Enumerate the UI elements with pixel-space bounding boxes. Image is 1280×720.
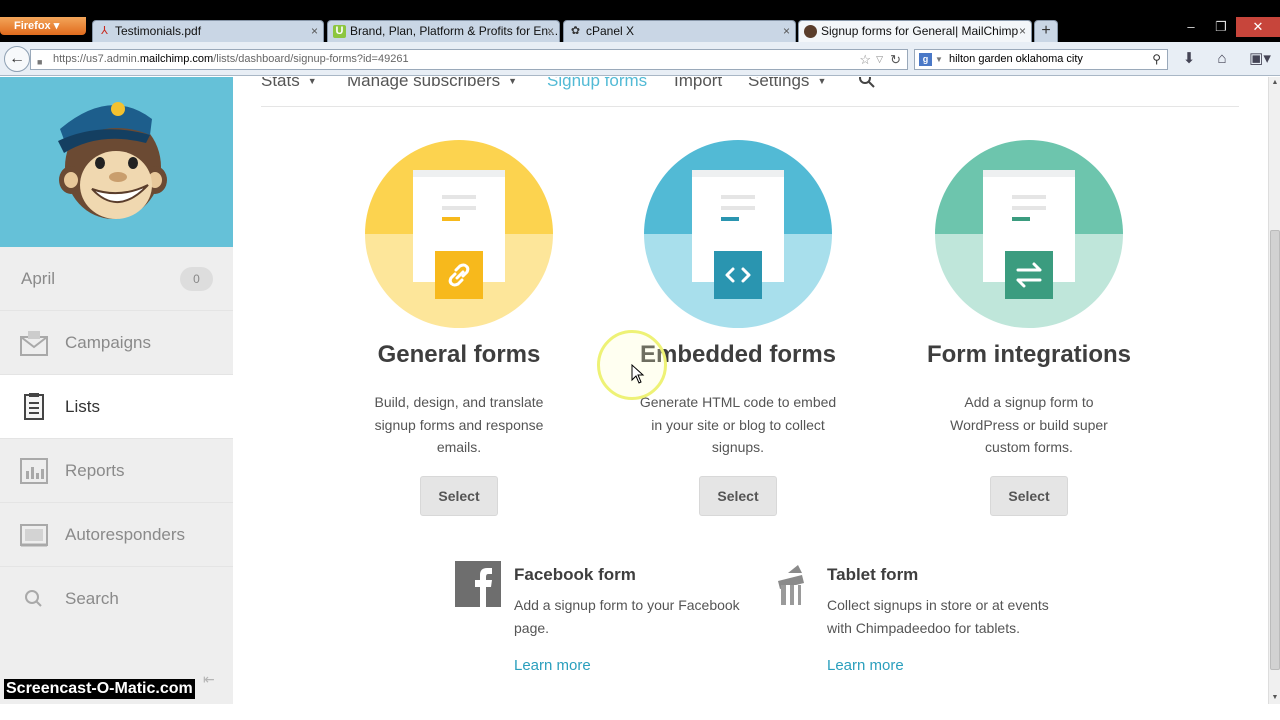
collapse-sidebar-icon[interactable]: ⇤ bbox=[203, 671, 215, 688]
card-title: Form integrations bbox=[926, 341, 1131, 368]
close-tab-icon[interactable]: × bbox=[1019, 21, 1026, 42]
minimize-icon[interactable]: – bbox=[1176, 17, 1206, 37]
cpanel-icon: ✿ bbox=[570, 25, 581, 37]
sidebar-item-campaigns[interactable]: Campaigns bbox=[0, 311, 233, 375]
page-scrollbar[interactable]: ▲ ▼ bbox=[1268, 77, 1280, 704]
firefox-menu-button[interactable]: Firefox ▾ bbox=[0, 17, 86, 35]
tab-mailchimp[interactable]: Signup forms for General| MailChimp × bbox=[798, 20, 1032, 42]
list-icon bbox=[24, 393, 44, 420]
screen: Firefox ▾ ⅄ Testimonials.pdf × U Brand, … bbox=[0, 0, 1280, 720]
search-icon[interactable] bbox=[858, 77, 876, 92]
facebook-form-title: Facebook form bbox=[514, 565, 636, 584]
tab-testimonials[interactable]: ⅄ Testimonials.pdf × bbox=[92, 20, 324, 42]
bookmark-star-icon[interactable]: ☆ bbox=[859, 50, 871, 69]
close-window-icon[interactable]: ✕ bbox=[1236, 17, 1280, 37]
menu-icon[interactable]: ▣▾ bbox=[1246, 50, 1274, 70]
account-switcher[interactable]: April 0 bbox=[0, 247, 233, 311]
scrollbar-thumb[interactable] bbox=[1270, 230, 1280, 670]
search-engine-dropdown-icon[interactable]: ▼ bbox=[935, 50, 943, 69]
u-icon: U bbox=[333, 25, 346, 38]
mouse-cursor-icon bbox=[631, 364, 645, 384]
list-sub-nav: Stats ▼ Manage subscribers ▼ Signup forms … bbox=[261, 77, 1239, 107]
browser-tab-bar: Firefox ▾ ⅄ Testimonials.pdf × U Brand, … bbox=[0, 0, 1280, 42]
search-icon bbox=[25, 590, 42, 607]
back-button[interactable]: ← bbox=[4, 46, 30, 72]
sidebar-item-lists[interactable]: Lists bbox=[0, 375, 233, 439]
freddie-mascot-icon bbox=[58, 102, 167, 219]
select-general-forms-button[interactable]: Select bbox=[420, 476, 498, 516]
sidebar-item-reports[interactable]: Reports bbox=[0, 439, 233, 503]
general-forms-illustration bbox=[365, 140, 553, 328]
new-tab-button[interactable]: + bbox=[1034, 20, 1058, 42]
home-icon[interactable]: ⌂ bbox=[1212, 50, 1232, 70]
close-tab-icon[interactable]: × bbox=[311, 21, 318, 42]
sidebar: April 0 Campaigns Lists Reports Autoresp… bbox=[0, 77, 233, 704]
sidebar-item-autoresponders[interactable]: Autoresponders bbox=[0, 503, 233, 567]
reports-icon bbox=[20, 458, 48, 484]
card-description: Generate HTML code to embed in your site… bbox=[639, 394, 837, 455]
tablet-learn-more-link[interactable]: Learn more bbox=[827, 657, 904, 674]
swap-icon bbox=[1005, 251, 1053, 299]
scroll-down-icon[interactable]: ▼ bbox=[1269, 692, 1280, 704]
google-icon: g bbox=[919, 53, 932, 66]
window-controls: – ❐ ✕ bbox=[1176, 17, 1280, 37]
form-integrations-illustration bbox=[935, 140, 1123, 328]
envelope-icon bbox=[20, 331, 48, 356]
browser-nav-bar: ■ https://us7.admin.mailchimp.com/lists/… bbox=[0, 42, 1280, 76]
chimpadeedoo-icon bbox=[778, 565, 804, 605]
select-form-integrations-button[interactable]: Select bbox=[990, 476, 1068, 516]
url-bar[interactable]: ■ https://us7.admin.mailchimp.com/lists/… bbox=[30, 49, 908, 70]
facebook-icon bbox=[455, 561, 501, 607]
select-embedded-forms-button[interactable]: Select bbox=[699, 476, 777, 516]
tab-cpanel[interactable]: ✿ cPanel X × bbox=[563, 20, 796, 42]
link-icon bbox=[435, 251, 483, 299]
url-dropdown-icon[interactable]: ▽ bbox=[876, 50, 883, 69]
tab-stats[interactable]: Stats ▼ bbox=[261, 77, 317, 91]
facebook-form-description: Add a signup form to your Facebook page. bbox=[514, 597, 740, 636]
notification-count-badge: 0 bbox=[180, 267, 213, 291]
reload-icon[interactable]: ↻ bbox=[890, 50, 901, 69]
maximize-icon[interactable]: ❐ bbox=[1206, 17, 1236, 37]
mailchimp-logo[interactable] bbox=[0, 77, 233, 247]
page: April 0 Campaigns Lists Reports Autoresp… bbox=[0, 77, 1268, 704]
search-input[interactable]: g ▼ hilton garden oklahoma city ⚲ bbox=[914, 49, 1168, 70]
facebook-learn-more-link[interactable]: Learn more bbox=[514, 657, 591, 674]
tab-signup-forms[interactable]: Signup forms bbox=[547, 77, 647, 91]
tab-brand-plan[interactable]: U Brand, Plan, Platform & Profits for En… bbox=[327, 20, 560, 42]
download-icon[interactable]: ⬇ bbox=[1179, 50, 1199, 70]
tablet-form-description: Collect signups in store or at events wi… bbox=[827, 597, 1049, 636]
card-description: Add a signup form to WordPress or build … bbox=[950, 394, 1108, 455]
chevron-down-icon: ▼ bbox=[817, 77, 827, 86]
screencast-watermark: Screencast-O-Matic.com bbox=[4, 679, 195, 699]
card-description: Build, design, and translate signup form… bbox=[374, 394, 544, 455]
tab-settings[interactable]: Settings ▼ bbox=[748, 77, 826, 91]
tab-manage-subscribers[interactable]: Manage subscribers ▼ bbox=[347, 77, 517, 91]
chevron-down-icon: ▼ bbox=[307, 77, 317, 86]
tab-import[interactable]: Import bbox=[674, 77, 722, 91]
pdf-icon: ⅄ bbox=[101, 25, 108, 37]
search-go-icon[interactable]: ⚲ bbox=[1152, 50, 1161, 69]
card-title: General forms bbox=[377, 341, 541, 368]
tablet-form-title: Tablet form bbox=[827, 565, 919, 584]
scroll-up-icon[interactable]: ▲ bbox=[1269, 77, 1280, 89]
code-icon bbox=[714, 251, 762, 299]
chevron-down-icon: ▼ bbox=[508, 77, 517, 86]
close-tab-icon[interactable]: × bbox=[547, 21, 554, 42]
sidebar-item-search[interactable]: Search bbox=[0, 567, 233, 631]
mailchimp-icon bbox=[804, 25, 817, 38]
autoresponder-icon bbox=[20, 524, 48, 547]
lock-icon: ■ bbox=[37, 57, 43, 67]
close-tab-icon[interactable]: × bbox=[783, 21, 790, 42]
embedded-forms-illustration bbox=[644, 140, 832, 328]
